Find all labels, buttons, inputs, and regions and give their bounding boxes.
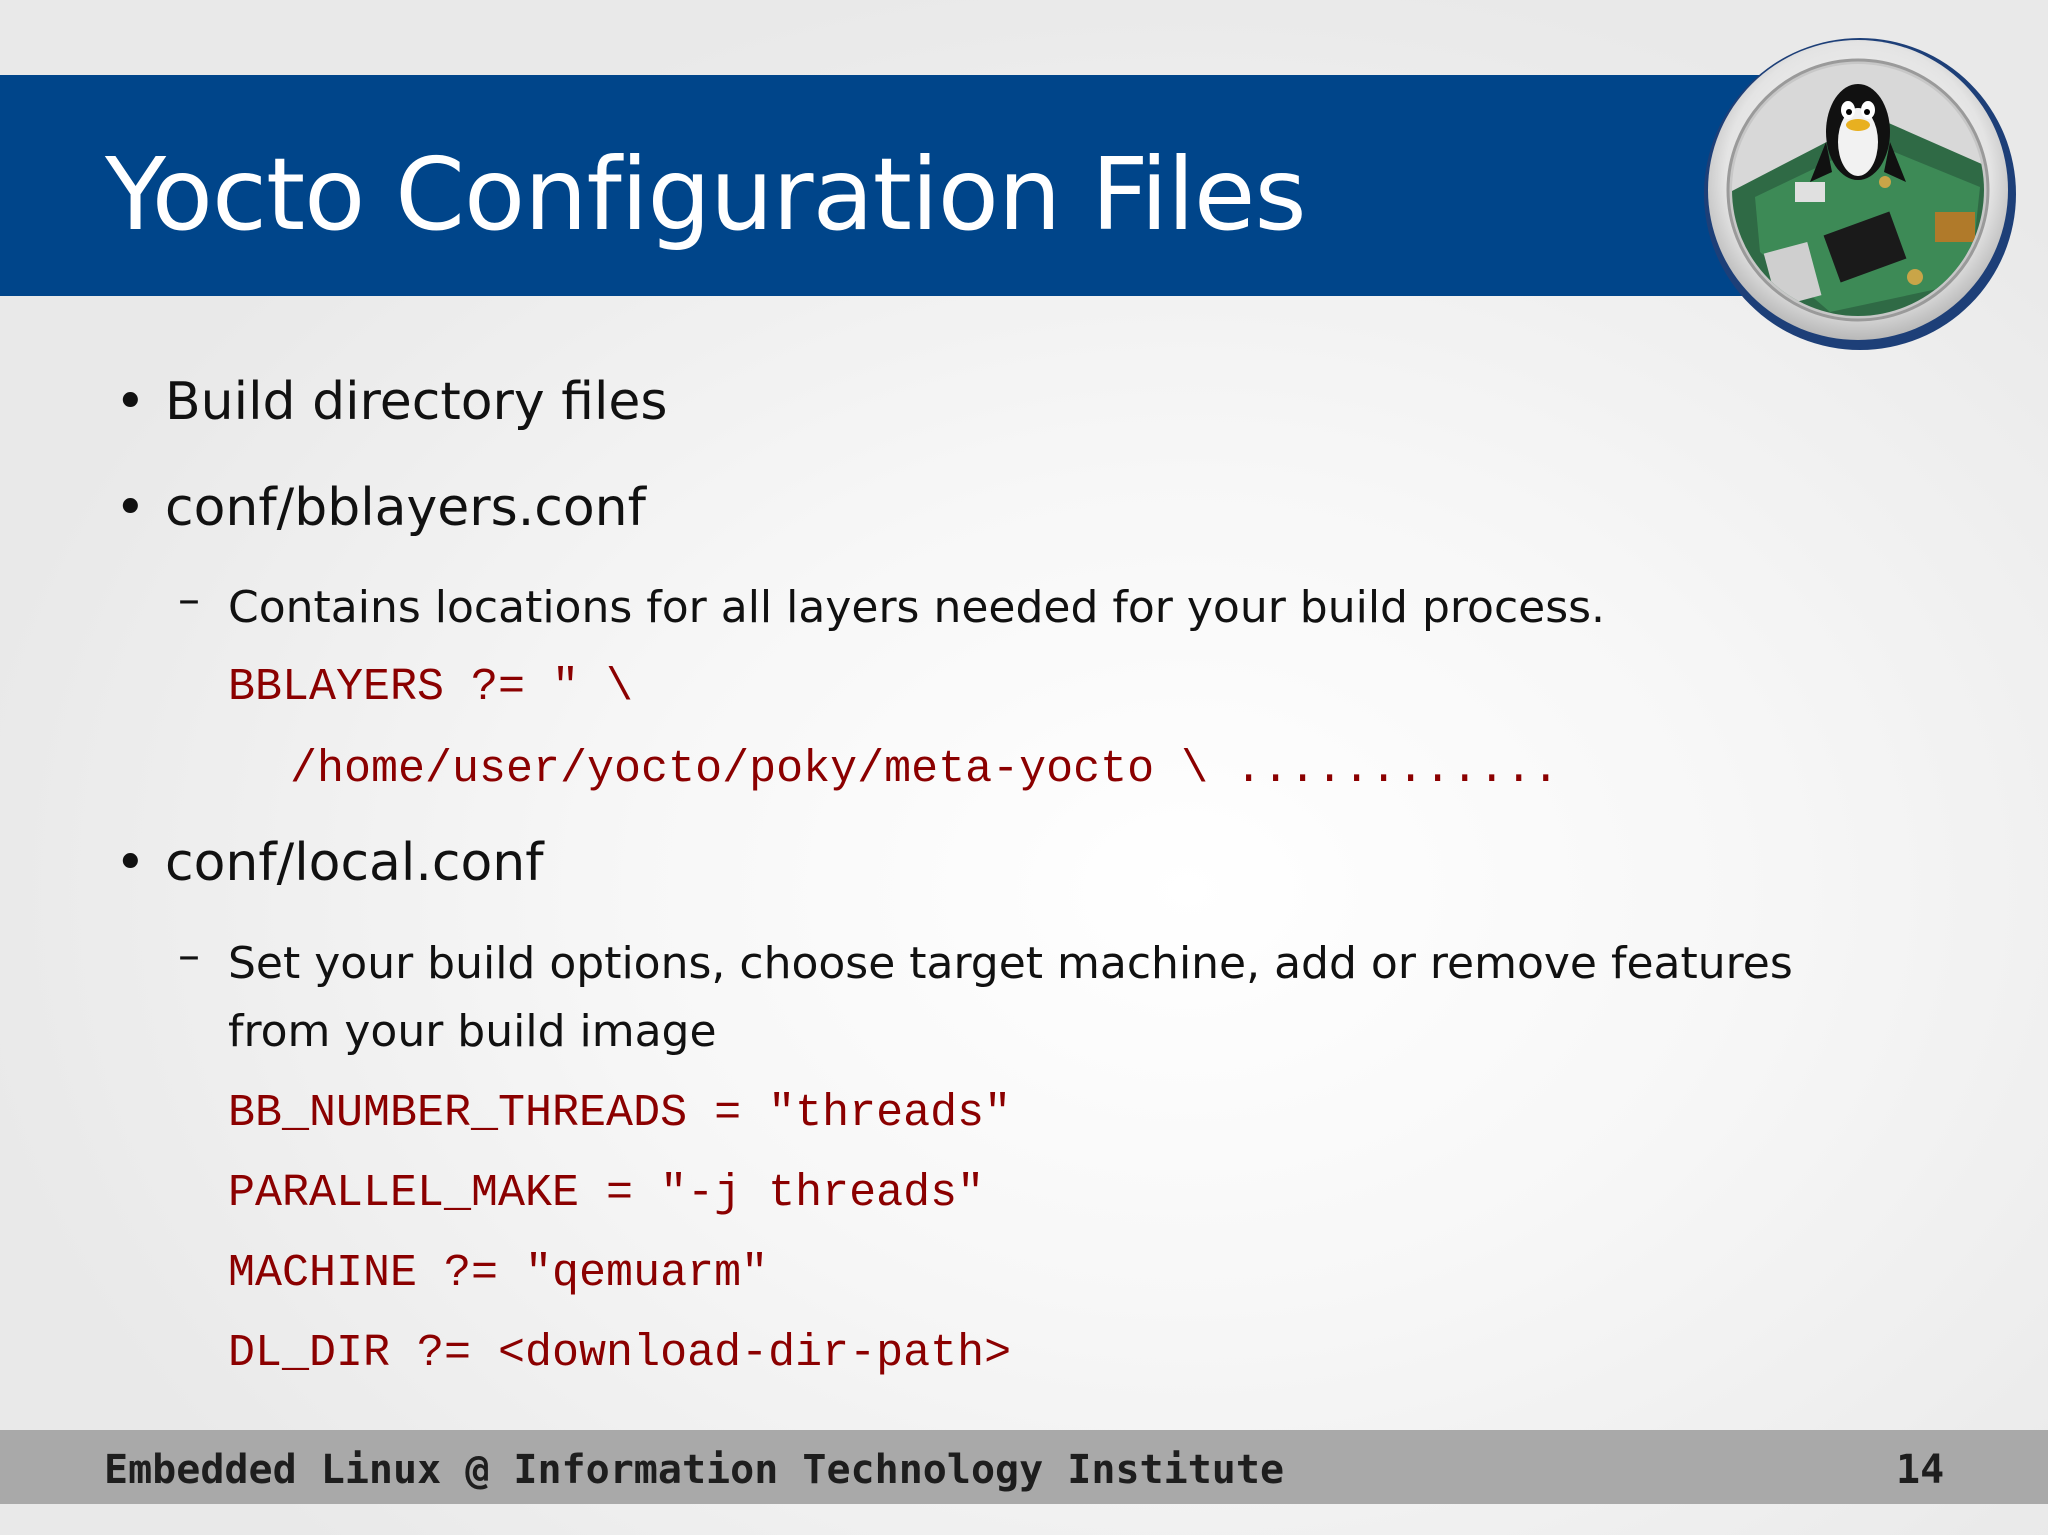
code-dl-dir: DL_DIR ?= <download-dir-path> [228,1328,1012,1379]
bullet-dot: • [115,372,146,432]
sub-bullet-line2: from your build image [228,1006,717,1057]
bullet-dot: • [115,478,146,538]
code-machine: MACHINE ?= "qemuarm" [228,1248,769,1299]
slide-title: Yocto Configuration Files [105,136,1307,253]
bullet-dot: • [115,833,146,893]
tux-logo-icon [1704,38,2016,350]
sub-bullet-dash: – [178,574,200,625]
sub-bullet-line1: Set your build options, choose target ma… [228,938,1793,989]
sub-bullet-dash: – [178,930,200,981]
footer-text: Embedded Linux @ Information Technology … [104,1447,1285,1493]
code-bblayers-line2: /home/user/yocto/poky/meta-yocto \ .....… [290,744,1560,795]
code-bblayers-line1: BBLAYERS ?= " \ [228,662,634,713]
code-parallel-make: PARALLEL_MAKE = "-j threads" [228,1168,985,1219]
code-bb-number-threads: BB_NUMBER_THREADS = "threads" [228,1088,1012,1139]
page-number: 14 [1896,1447,1945,1493]
